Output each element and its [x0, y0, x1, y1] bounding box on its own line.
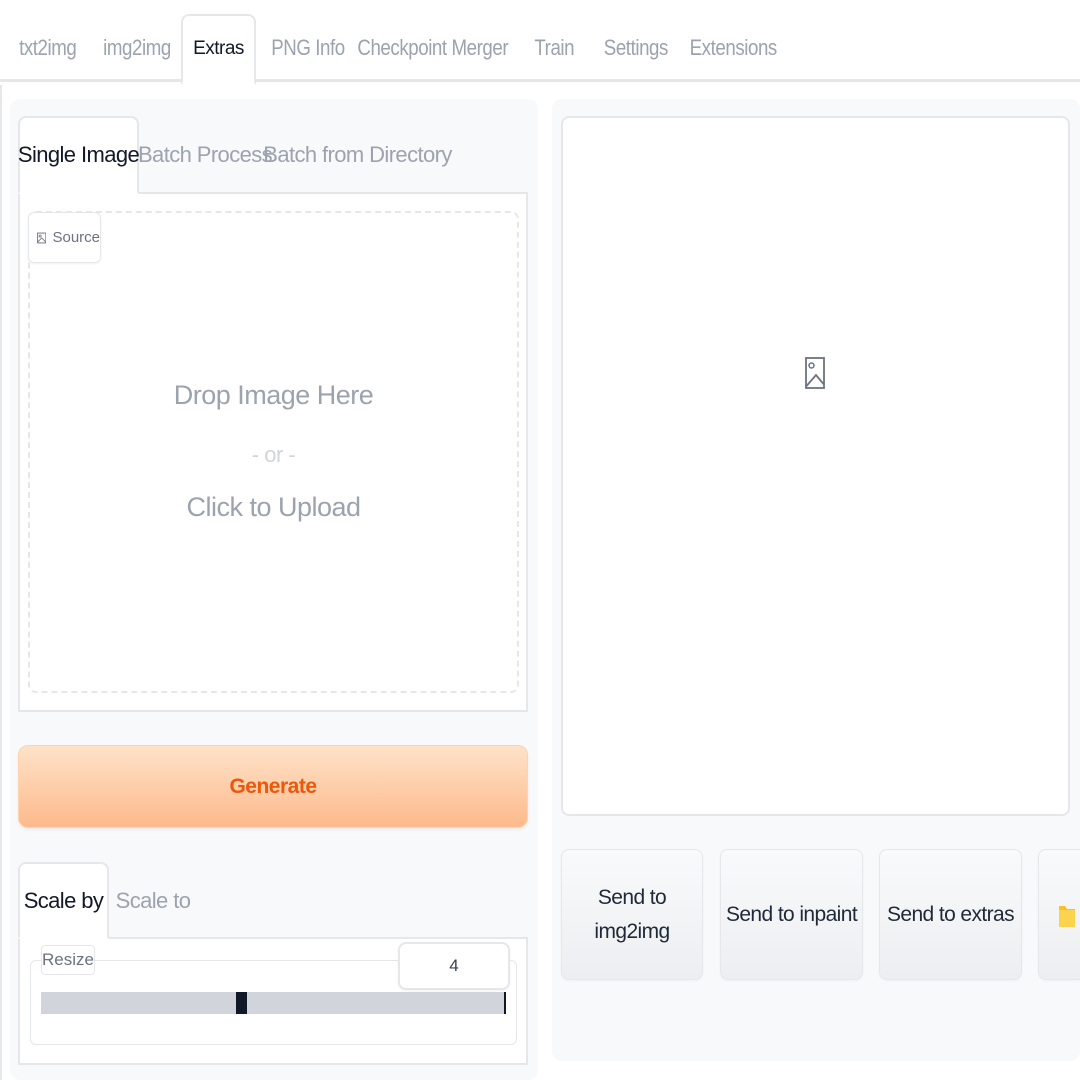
resize-slider-thumb[interactable] [235, 992, 247, 1014]
generate-button[interactable]: Generate [18, 745, 528, 828]
tab-scale-by[interactable]: Scale by [18, 862, 109, 939]
tab-batch-from-directory[interactable]: Batch from Directory [263, 116, 452, 194]
or-text: - or - [251, 442, 296, 467]
send-to-inpaint-label: Send to inpaint [725, 902, 858, 926]
resize-slider[interactable] [41, 992, 506, 1014]
tab-checkpoint-merger[interactable]: Checkpoint Merger [357, 14, 508, 82]
image-icon [37, 232, 47, 243]
drop-image-text: Drop Image Here [173, 380, 374, 410]
image-placeholder-icon [805, 357, 825, 389]
send-to-extras-button[interactable]: Send to extras [879, 849, 1022, 980]
tab-train[interactable]: Train [533, 14, 576, 82]
tab-scale-to[interactable]: Scale to [116, 862, 191, 939]
tab-batch-process[interactable]: Batch Process [138, 116, 273, 194]
click-to-upload-text: Click to Upload [186, 492, 361, 522]
tab-extensions[interactable]: Extensions [690, 14, 778, 82]
open-folder-button[interactable] [1038, 849, 1080, 980]
send-to-img2img-label: Send to img2img [594, 885, 670, 943]
tab-settings[interactable]: Settings [604, 14, 669, 82]
tab-single-image[interactable]: Single Image [18, 116, 140, 194]
source-label: Source [28, 212, 101, 263]
send-to-extras-label: Send to extras [886, 902, 1015, 926]
tab-extras[interactable]: Extras [181, 14, 256, 85]
send-to-img2img-button[interactable]: Send to img2img [561, 849, 703, 980]
source-label-text: Source [52, 229, 100, 246]
main-tab-bar: txt2img img2img Extras PNG Info Checkpoi… [0, 0, 1080, 85]
resize-slider-end-marker [504, 992, 506, 1014]
resize-number-input[interactable]: 4 [398, 942, 510, 990]
output-image-area [561, 116, 1070, 816]
folder-icon [1058, 905, 1075, 927]
tab-img2img[interactable]: img2img [103, 14, 171, 82]
tab-png-info[interactable]: PNG Info [271, 14, 345, 82]
send-to-inpaint-button[interactable]: Send to inpaint [720, 849, 863, 980]
tab-txt2img[interactable]: txt2img [18, 14, 78, 82]
resize-label: Resize [41, 945, 95, 975]
